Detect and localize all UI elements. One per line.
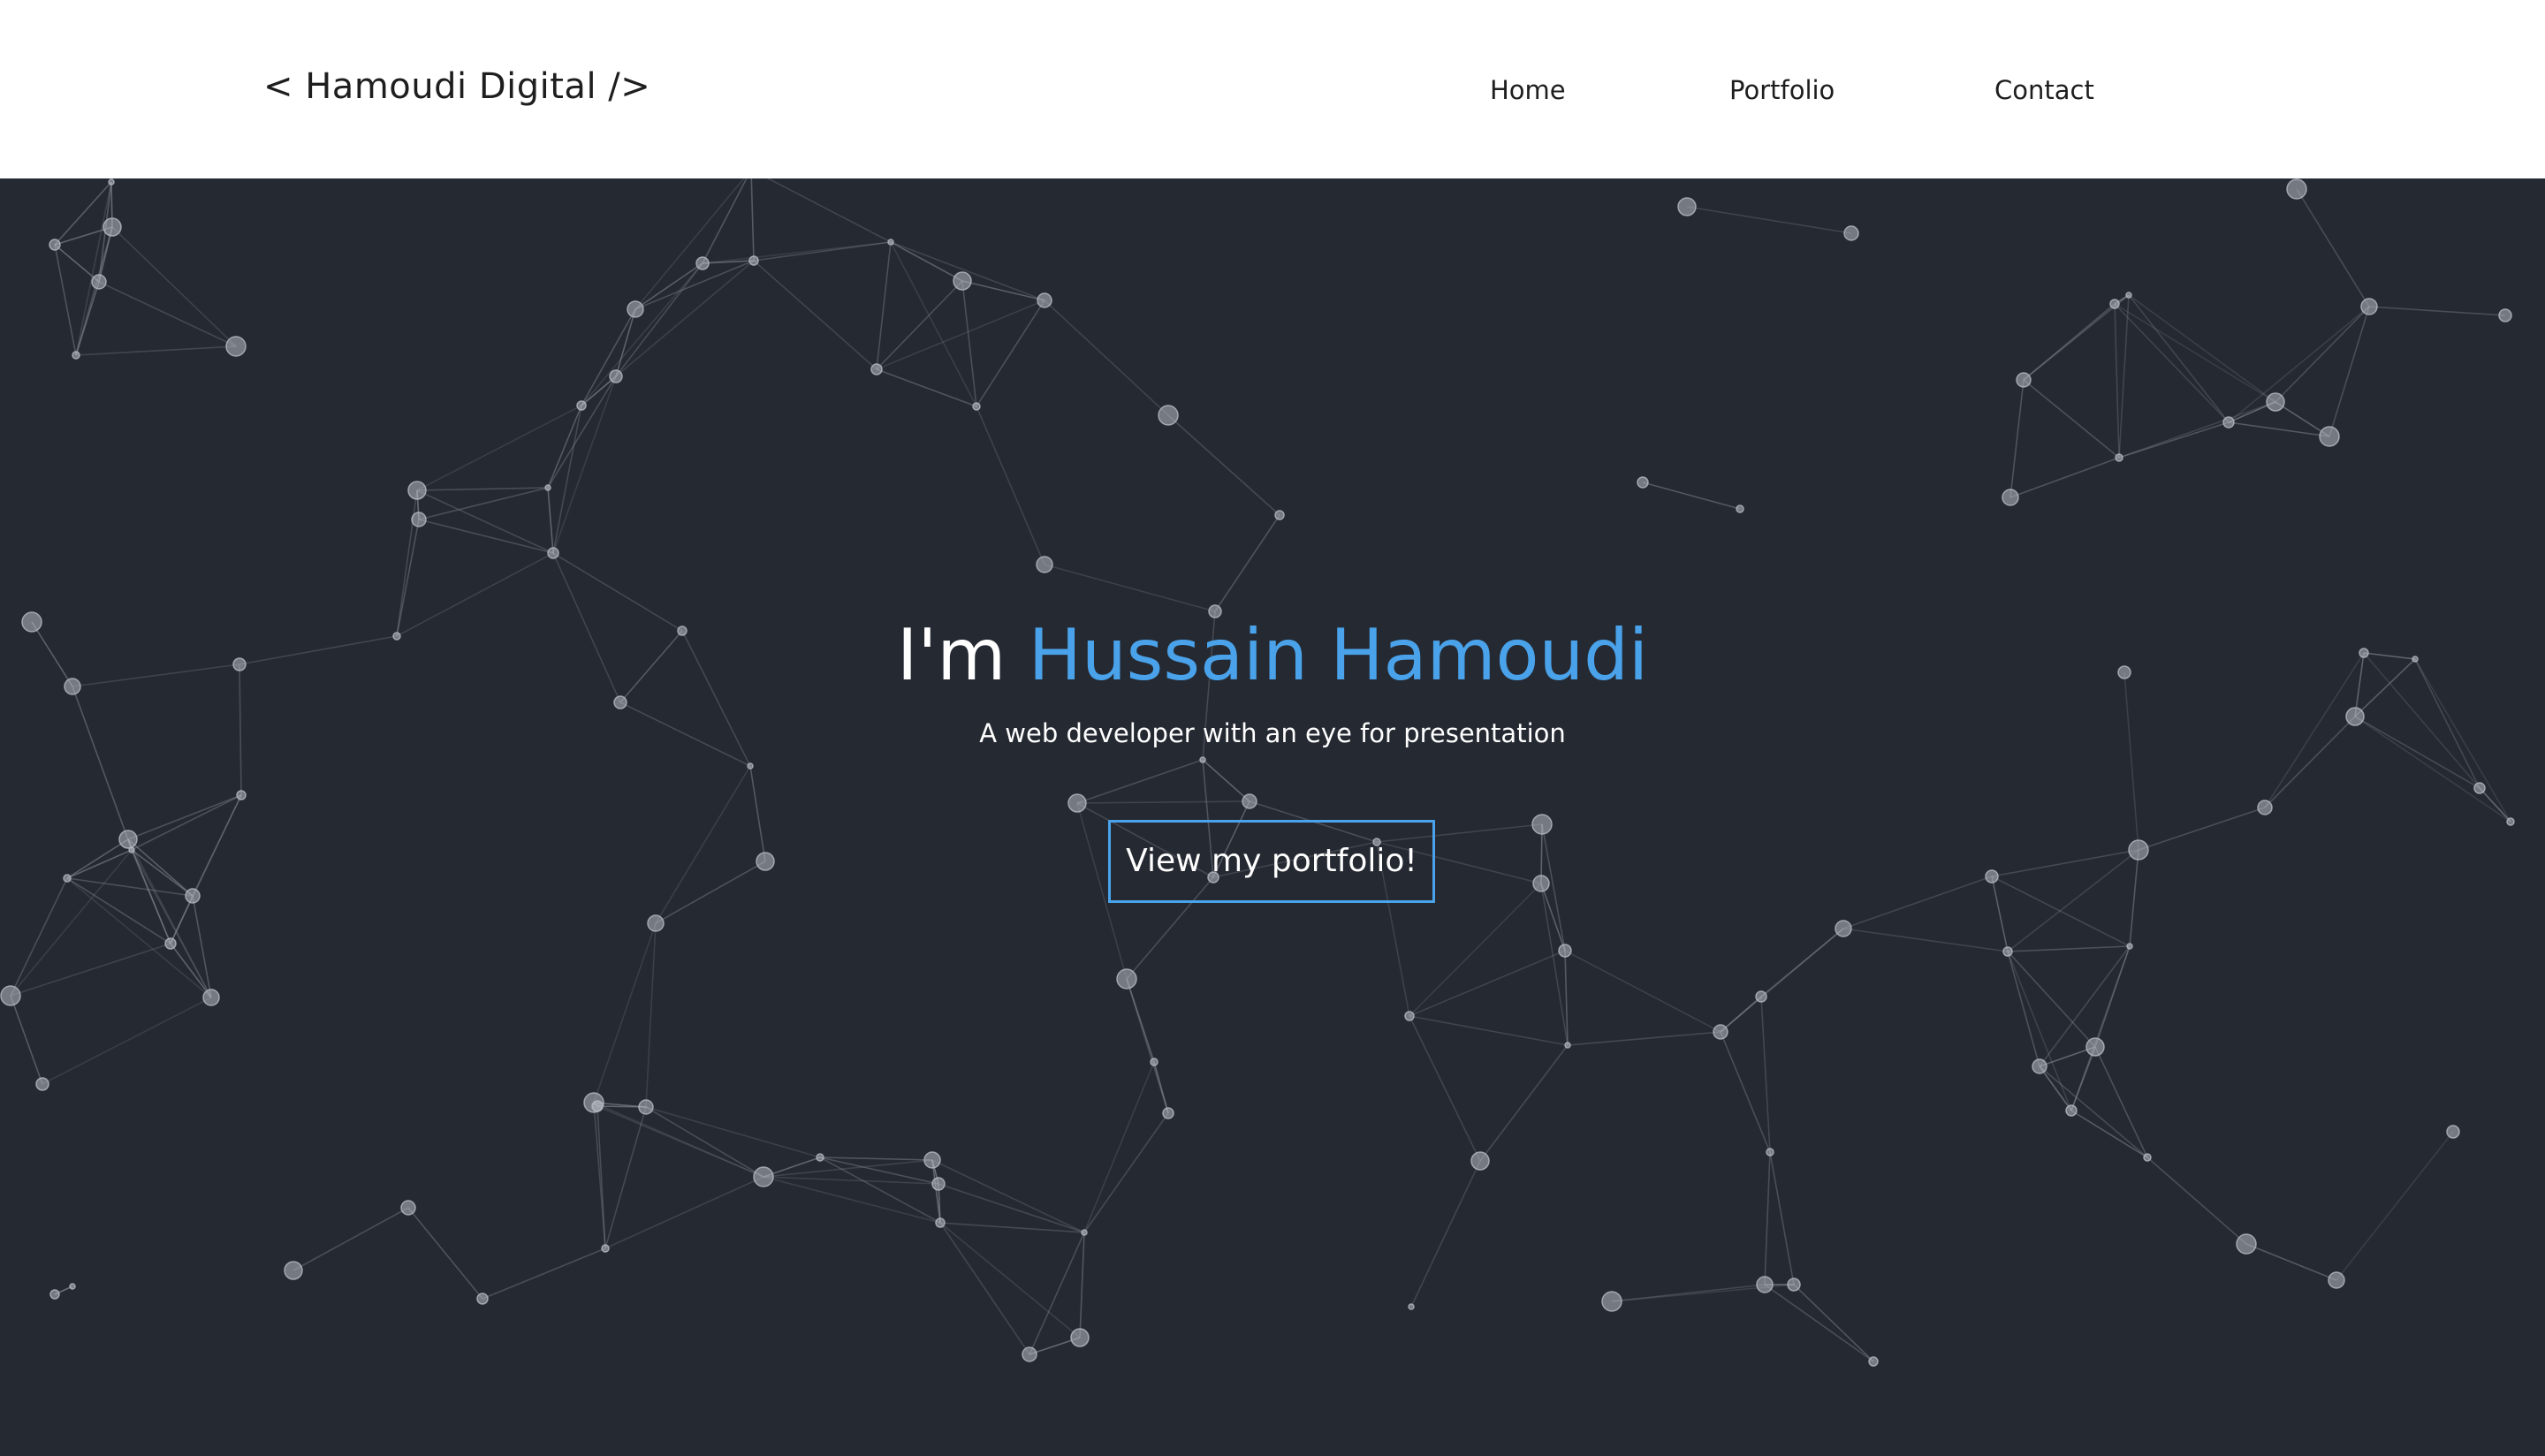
hero-content: I'm Hussain Hamoudi A web developer with… [0, 178, 2545, 1456]
hero-headline: I'm Hussain Hamoudi [0, 611, 2545, 700]
nav-link-portfolio[interactable]: Portfolio [1729, 71, 1835, 110]
brand-logo[interactable]: < Hamoudi Digital /> [263, 60, 650, 113]
top-navbar: < Hamoudi Digital /> Home Portfolio Cont… [0, 0, 2545, 178]
headline-prefix: I'm [896, 614, 1029, 696]
hero-section: I'm Hussain Hamoudi A web developer with… [0, 178, 2545, 1456]
nav-link-contact[interactable]: Contact [1994, 71, 2094, 110]
headline-name: Hussain Hamoudi [1028, 614, 1649, 696]
view-portfolio-button[interactable]: View my portfolio! [1108, 820, 1435, 903]
nav-link-home[interactable]: Home [1490, 71, 1566, 110]
hero-subtitle: A web developer with an eye for presenta… [979, 718, 1566, 748]
